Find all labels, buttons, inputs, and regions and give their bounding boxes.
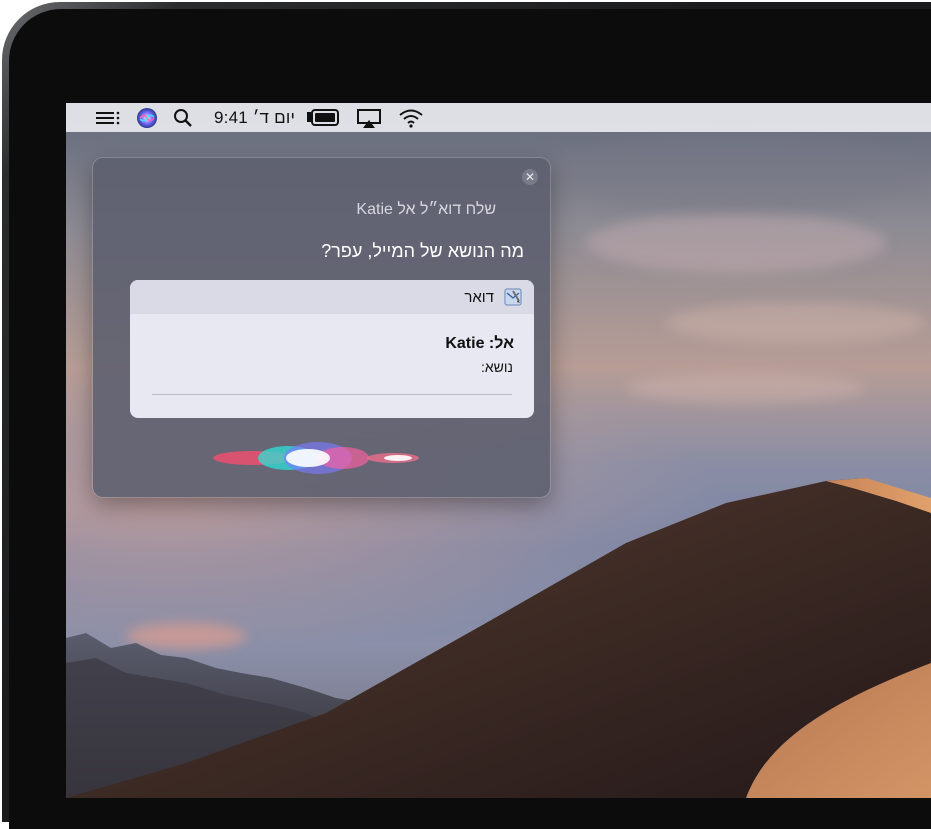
close-icon[interactable]: ✕ bbox=[522, 169, 538, 185]
menu-bar: יום ד׳ 9:41 bbox=[66, 103, 931, 132]
menu-bar-clock[interactable]: יום ד׳ 9:41 bbox=[214, 103, 295, 132]
notification-center-icon[interactable] bbox=[95, 103, 121, 132]
mail-card-header: דואר bbox=[130, 280, 534, 314]
mail-app-icon bbox=[504, 288, 522, 306]
subject-divider bbox=[152, 394, 512, 395]
siri-reply: מה הנושא של המייל, עפר? bbox=[321, 241, 524, 261]
wifi-icon[interactable] bbox=[397, 103, 425, 132]
airplay-icon[interactable] bbox=[356, 103, 382, 132]
subject-label[interactable]: נושא: bbox=[481, 359, 513, 375]
to-field[interactable]: אל: Katie bbox=[445, 335, 514, 353]
siri-panel: ✕ שלח דוא״ל אל Katie מה הנושא של המייל, … bbox=[93, 158, 550, 497]
spotlight-search-icon[interactable] bbox=[172, 103, 194, 132]
mail-compose-card[interactable]: דואר אל: Katie נושא: bbox=[130, 280, 534, 418]
siri-waveform bbox=[133, 442, 503, 474]
siri-icon[interactable] bbox=[136, 103, 158, 132]
battery-icon[interactable] bbox=[306, 103, 340, 132]
siri-request: שלח דוא״ל אל Katie bbox=[356, 201, 496, 218]
mail-app-name: דואר bbox=[464, 289, 494, 306]
to-label: אל: bbox=[488, 335, 514, 352]
to-value: Katie bbox=[445, 335, 485, 352]
